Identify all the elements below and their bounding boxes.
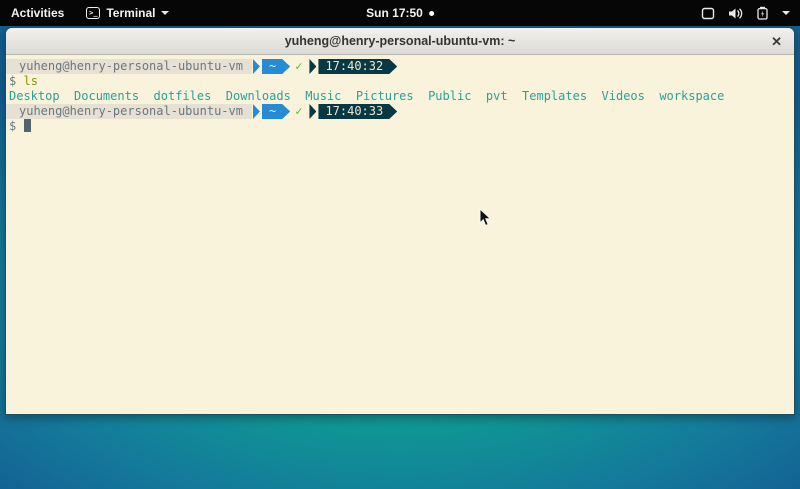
powerline-wedge-icon: [309, 59, 316, 74]
powerline-wedge-icon: [309, 104, 316, 119]
prompt-timestamp: 17:40:32: [318, 59, 397, 74]
status-check-icon: ✓: [290, 59, 308, 74]
command-line-1: $ ls: [9, 74, 791, 89]
ls-directory: Music: [305, 89, 341, 103]
window-titlebar[interactable]: yuheng@henry-personal-ubuntu-vm: ~ ✕: [6, 28, 794, 55]
command-line-2: $: [9, 119, 791, 134]
activities-button[interactable]: Activities: [0, 0, 75, 26]
prompt-user-host: yuheng@henry-personal-ubuntu-vm: [6, 104, 252, 119]
ls-directory: Videos: [602, 89, 645, 103]
terminal-cursor: [24, 119, 31, 132]
ls-directory: pvt: [486, 89, 508, 103]
terminal-content[interactable]: yuheng@henry-personal-ubuntu-vm ~ ✓ 17:4…: [6, 55, 794, 415]
prompt-cwd: ~: [262, 59, 290, 74]
terminal-icon: >_: [86, 7, 100, 19]
top-bar: Activities >_ Terminal Sun 17:50: [0, 0, 800, 26]
ls-directory: Downloads: [226, 89, 291, 103]
chevron-down-icon: [782, 11, 790, 15]
powerline-wedge-icon: [253, 104, 260, 119]
prompt-timestamp: 17:40:33: [318, 104, 397, 119]
prompt-line-2: yuheng@henry-personal-ubuntu-vm ~ ✓ 17:4…: [9, 104, 791, 119]
status-check-icon: ✓: [290, 104, 308, 119]
powerline-wedge-icon: [253, 59, 260, 74]
chevron-down-icon: [161, 11, 169, 15]
app-menu-terminal[interactable]: >_ Terminal: [75, 0, 180, 26]
prompt-symbol: $: [9, 119, 16, 133]
clock-label: Sun 17:50: [366, 6, 423, 20]
app-menu-label: Terminal: [106, 6, 155, 20]
volume-icon: [728, 7, 743, 20]
ls-directory: Pictures: [356, 89, 414, 103]
ls-directory: workspace: [659, 89, 724, 103]
mouse-cursor-icon: [479, 208, 492, 227]
prompt-symbol: $: [9, 74, 16, 88]
command-text: ls: [23, 74, 37, 88]
system-status-area[interactable]: [691, 0, 800, 26]
terminal-icon-glyph: >_: [89, 10, 97, 17]
battery-charging-icon: [756, 6, 769, 20]
prompt-user-host: yuheng@henry-personal-ubuntu-vm: [6, 59, 252, 74]
ls-output: Desktop Documents dotfiles Downloads Mus…: [9, 89, 791, 104]
prompt-line-1: yuheng@henry-personal-ubuntu-vm ~ ✓ 17:4…: [9, 59, 791, 74]
ls-directory: Documents: [74, 89, 139, 103]
prompt-cwd: ~: [262, 104, 290, 119]
ls-directory: dotfiles: [154, 89, 212, 103]
ls-directory: Templates: [522, 89, 587, 103]
screen-icon: [701, 7, 715, 20]
close-button[interactable]: ✕: [771, 28, 782, 55]
ls-directory: Desktop: [9, 89, 60, 103]
window-title: yuheng@henry-personal-ubuntu-vm: ~: [285, 34, 516, 48]
ls-directory: Public: [428, 89, 471, 103]
terminal-window: yuheng@henry-personal-ubuntu-vm: ~ ✕ yuh…: [5, 27, 795, 415]
notification-dot-icon: [429, 11, 434, 16]
clock-button[interactable]: Sun 17:50: [366, 0, 434, 26]
